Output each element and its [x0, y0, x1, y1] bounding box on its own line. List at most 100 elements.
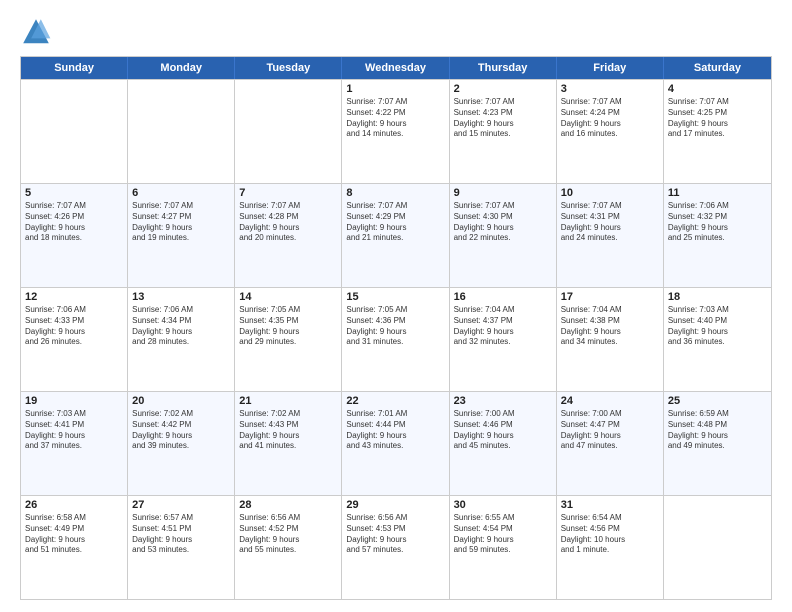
- day-number: 8: [346, 187, 444, 199]
- calendar-row-1: 5 Sunrise: 7:07 AMSunset: 4:26 PMDaylight…: [21, 183, 771, 287]
- day-number: 7: [239, 187, 337, 199]
- day-info: Sunrise: 7:06 AMSunset: 4:34 PMDaylight:…: [132, 305, 230, 348]
- day-info: Sunrise: 7:07 AMSunset: 4:28 PMDaylight:…: [239, 201, 337, 244]
- calendar-cell-day-5: 5 Sunrise: 7:07 AMSunset: 4:26 PMDaylight…: [21, 184, 128, 287]
- calendar-cell-empty: [664, 496, 771, 599]
- day-info: Sunrise: 7:00 AMSunset: 4:47 PMDaylight:…: [561, 409, 659, 452]
- calendar-cell-day-2: 2 Sunrise: 7:07 AMSunset: 4:23 PMDaylight…: [450, 80, 557, 183]
- day-number: 15: [346, 291, 444, 303]
- day-info: Sunrise: 7:03 AMSunset: 4:41 PMDaylight:…: [25, 409, 123, 452]
- calendar-header-monday: Monday: [128, 57, 235, 79]
- calendar-cell-day-18: 18Sunrise: 7:03 AMSunset: 4:40 PMDayligh…: [664, 288, 771, 391]
- day-info: Sunrise: 6:55 AMSunset: 4:54 PMDaylight:…: [454, 513, 552, 556]
- day-number: 25: [668, 395, 767, 407]
- day-info: Sunrise: 6:56 AMSunset: 4:53 PMDaylight:…: [346, 513, 444, 556]
- calendar-cell-day-19: 19 Sunrise: 7:03 AMSunset: 4:41 PMDayligh…: [21, 392, 128, 495]
- day-number: 13: [132, 291, 230, 303]
- day-number: 29: [346, 499, 444, 511]
- calendar-cell-day-22: 22Sunrise: 7:01 AMSunset: 4:44 PMDayligh…: [342, 392, 449, 495]
- calendar-cell-empty: [235, 80, 342, 183]
- calendar-cell-day-14: 14 Sunrise: 7:05 AMSunset: 4:35 PMDayligh…: [235, 288, 342, 391]
- day-info: Sunrise: 7:07 AMSunset: 4:31 PMDaylight:…: [561, 201, 659, 244]
- day-number: 20: [132, 395, 230, 407]
- calendar-cell-day-31: 31 Sunrise: 6:54 AMSunset: 4:56 PMDayligh…: [557, 496, 664, 599]
- day-info: Sunrise: 6:58 AMSunset: 4:49 PMDaylight:…: [25, 513, 123, 556]
- day-number: 16: [454, 291, 552, 303]
- day-number: 4: [668, 83, 767, 95]
- day-info: Sunrise: 7:07 AMSunset: 4:23 PMDaylight:…: [454, 97, 552, 140]
- day-info: Sunrise: 7:07 AMSunset: 4:27 PMDaylight:…: [132, 201, 230, 244]
- calendar-cell-day-27: 27 Sunrise: 6:57 AMSunset: 4:51 PMDayligh…: [128, 496, 235, 599]
- calendar-cell-day-11: 11 Sunrise: 7:06 AMSunset: 4:32 PMDayligh…: [664, 184, 771, 287]
- day-number: 22: [346, 395, 444, 407]
- calendar-row-2: 12Sunrise: 7:06 AMSunset: 4:33 PMDayligh…: [21, 287, 771, 391]
- day-info: Sunrise: 7:00 AMSunset: 4:46 PMDaylight:…: [454, 409, 552, 452]
- calendar-cell-day-10: 10 Sunrise: 7:07 AMSunset: 4:31 PMDayligh…: [557, 184, 664, 287]
- calendar-header-sunday: Sunday: [21, 57, 128, 79]
- calendar-row-3: 19 Sunrise: 7:03 AMSunset: 4:41 PMDayligh…: [21, 391, 771, 495]
- calendar-cell-day-4: 4Sunrise: 7:07 AMSunset: 4:25 PMDaylight…: [664, 80, 771, 183]
- calendar-cell-day-15: 15 Sunrise: 7:05 AMSunset: 4:36 PMDayligh…: [342, 288, 449, 391]
- calendar-cell-day-30: 30 Sunrise: 6:55 AMSunset: 4:54 PMDayligh…: [450, 496, 557, 599]
- calendar-cell-day-6: 6Sunrise: 7:07 AMSunset: 4:27 PMDaylight…: [128, 184, 235, 287]
- calendar-cell-day-20: 20Sunrise: 7:02 AMSunset: 4:42 PMDayligh…: [128, 392, 235, 495]
- day-number: 24: [561, 395, 659, 407]
- day-number: 23: [454, 395, 552, 407]
- calendar-header-row: SundayMondayTuesdayWednesdayThursdayFrid…: [21, 57, 771, 79]
- calendar-cell-day-23: 23 Sunrise: 7:00 AMSunset: 4:46 PMDayligh…: [450, 392, 557, 495]
- day-number: 14: [239, 291, 337, 303]
- calendar-cell-day-16: 16Sunrise: 7:04 AMSunset: 4:37 PMDayligh…: [450, 288, 557, 391]
- day-info: Sunrise: 6:57 AMSunset: 4:51 PMDaylight:…: [132, 513, 230, 556]
- day-info: Sunrise: 6:59 AMSunset: 4:48 PMDaylight:…: [668, 409, 767, 452]
- calendar-cell-empty: [128, 80, 235, 183]
- day-number: 21: [239, 395, 337, 407]
- day-info: Sunrise: 7:05 AMSunset: 4:35 PMDaylight:…: [239, 305, 337, 348]
- calendar: SundayMondayTuesdayWednesdayThursdayFrid…: [20, 56, 772, 600]
- calendar-header-saturday: Saturday: [664, 57, 771, 79]
- day-number: 27: [132, 499, 230, 511]
- calendar-header-friday: Friday: [557, 57, 664, 79]
- day-info: Sunrise: 7:07 AMSunset: 4:22 PMDaylight:…: [346, 97, 444, 140]
- day-number: 26: [25, 499, 123, 511]
- day-info: Sunrise: 7:07 AMSunset: 4:30 PMDaylight:…: [454, 201, 552, 244]
- calendar-header-tuesday: Tuesday: [235, 57, 342, 79]
- day-number: 31: [561, 499, 659, 511]
- day-info: Sunrise: 7:04 AMSunset: 4:38 PMDaylight:…: [561, 305, 659, 348]
- calendar-cell-day-21: 21 Sunrise: 7:02 AMSunset: 4:43 PMDayligh…: [235, 392, 342, 495]
- day-number: 1: [346, 83, 444, 95]
- calendar-cell-day-12: 12Sunrise: 7:06 AMSunset: 4:33 PMDayligh…: [21, 288, 128, 391]
- calendar-cell-day-8: 8 Sunrise: 7:07 AMSunset: 4:29 PMDaylight…: [342, 184, 449, 287]
- calendar-cell-day-17: 17 Sunrise: 7:04 AMSunset: 4:38 PMDayligh…: [557, 288, 664, 391]
- day-number: 2: [454, 83, 552, 95]
- calendar-cell-day-25: 25 Sunrise: 6:59 AMSunset: 4:48 PMDayligh…: [664, 392, 771, 495]
- day-info: Sunrise: 7:06 AMSunset: 4:32 PMDaylight:…: [668, 201, 767, 244]
- day-number: 11: [668, 187, 767, 199]
- day-info: Sunrise: 7:06 AMSunset: 4:33 PMDaylight:…: [25, 305, 123, 348]
- calendar-cell-day-24: 24 Sunrise: 7:00 AMSunset: 4:47 PMDayligh…: [557, 392, 664, 495]
- calendar-cell-day-28: 28Sunrise: 6:56 AMSunset: 4:52 PMDayligh…: [235, 496, 342, 599]
- calendar-cell-day-29: 29 Sunrise: 6:56 AMSunset: 4:53 PMDayligh…: [342, 496, 449, 599]
- day-info: Sunrise: 7:07 AMSunset: 4:24 PMDaylight:…: [561, 97, 659, 140]
- day-info: Sunrise: 7:02 AMSunset: 4:43 PMDaylight:…: [239, 409, 337, 452]
- calendar-row-4: 26 Sunrise: 6:58 AMSunset: 4:49 PMDayligh…: [21, 495, 771, 599]
- day-info: Sunrise: 6:54 AMSunset: 4:56 PMDaylight:…: [561, 513, 659, 556]
- day-info: Sunrise: 6:56 AMSunset: 4:52 PMDaylight:…: [239, 513, 337, 556]
- day-number: 5: [25, 187, 123, 199]
- header: [20, 16, 772, 48]
- day-number: 10: [561, 187, 659, 199]
- page: SundayMondayTuesdayWednesdayThursdayFrid…: [0, 0, 792, 612]
- day-info: Sunrise: 7:07 AMSunset: 4:29 PMDaylight:…: [346, 201, 444, 244]
- calendar-cell-day-3: 3Sunrise: 7:07 AMSunset: 4:24 PMDaylight…: [557, 80, 664, 183]
- calendar-body: 1 Sunrise: 7:07 AMSunset: 4:22 PMDaylight…: [21, 79, 771, 599]
- calendar-header-thursday: Thursday: [450, 57, 557, 79]
- day-info: Sunrise: 7:05 AMSunset: 4:36 PMDaylight:…: [346, 305, 444, 348]
- day-number: 30: [454, 499, 552, 511]
- calendar-cell-day-26: 26 Sunrise: 6:58 AMSunset: 4:49 PMDayligh…: [21, 496, 128, 599]
- day-number: 17: [561, 291, 659, 303]
- day-info: Sunrise: 7:03 AMSunset: 4:40 PMDaylight:…: [668, 305, 767, 348]
- day-number: 19: [25, 395, 123, 407]
- day-info: Sunrise: 7:07 AMSunset: 4:26 PMDaylight:…: [25, 201, 123, 244]
- calendar-cell-day-7: 7 Sunrise: 7:07 AMSunset: 4:28 PMDaylight…: [235, 184, 342, 287]
- calendar-header-wednesday: Wednesday: [342, 57, 449, 79]
- logo-icon: [20, 16, 52, 48]
